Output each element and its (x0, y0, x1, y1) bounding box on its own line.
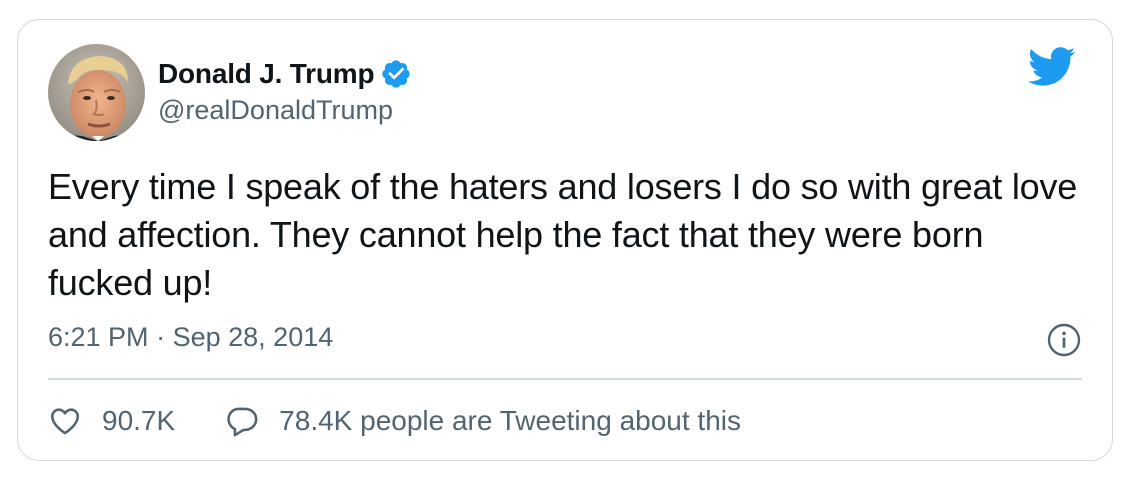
info-icon[interactable] (1046, 322, 1082, 358)
tweet-card[interactable]: Donald J. Trump @realDonaldTrump Every t… (17, 19, 1113, 461)
tweet-timestamp[interactable]: 6:21 PM · Sep 28, 2014 (48, 322, 333, 353)
like-count: 90.7K (102, 405, 176, 436)
author-name-row[interactable]: Donald J. Trump (158, 56, 412, 92)
verified-badge-icon (382, 60, 411, 88)
like-button[interactable]: 90.7K (48, 404, 175, 438)
reply-conversation-button[interactable]: 78.4K people are Tweeting about this (225, 404, 741, 438)
speech-bubble-icon (227, 407, 258, 437)
display-name[interactable]: Donald J. Trump (158, 58, 375, 90)
conversation-count-text: 78.4K people are Tweeting about this (279, 405, 741, 436)
twitter-bird-icon[interactable] (1028, 47, 1076, 87)
tweet-time: 6:21 PM (48, 322, 149, 352)
avatar[interactable] (48, 44, 145, 141)
tweet-actions: 90.7K 78.4K people are Tweeting about th… (48, 398, 741, 444)
tweet-text: Every time I speak of the haters and los… (48, 166, 1078, 303)
divider (48, 378, 1082, 380)
author-handle[interactable]: @realDonaldTrump (158, 95, 393, 126)
heart-icon (50, 408, 80, 435)
avatar-image (48, 44, 145, 141)
tweet-date: Sep 28, 2014 (172, 322, 334, 352)
timestamp-separator: · (156, 322, 166, 352)
